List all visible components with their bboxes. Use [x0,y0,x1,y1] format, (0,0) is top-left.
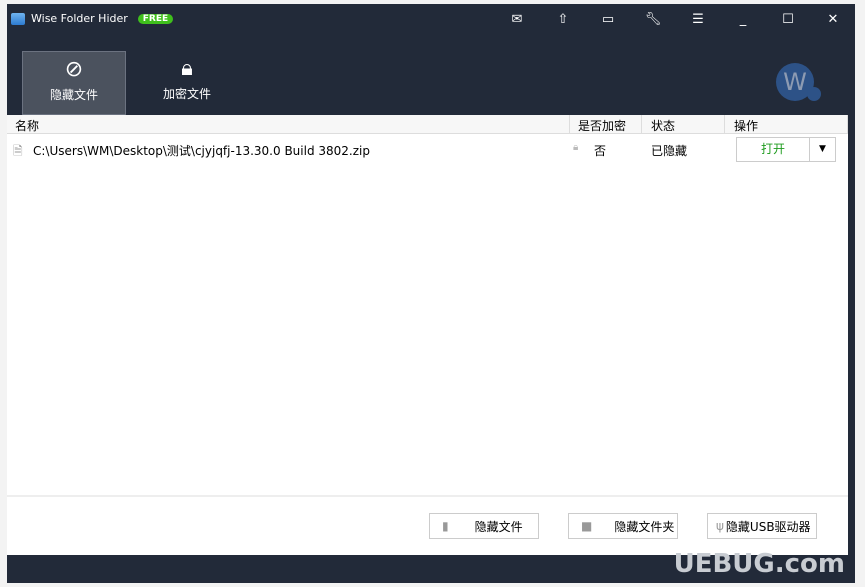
encrypted-value: 否 [594,144,607,158]
app-window: Wise Folder Hider FREE ✉ ⇧ ▭ 🔧︎ ☰ _ ☐ ✕ … [7,4,855,583]
watermark: UEBUG.com [673,549,845,579]
tab-hide-files[interactable]: ⊘ 隐藏文件 [22,51,126,115]
lock-pro-icon: 🔒︎ [181,55,193,81]
menu-icon[interactable]: ☰ [688,12,708,27]
chevron-down-icon[interactable]: ▼ [810,138,835,161]
tab-encrypt-files[interactable]: 🔒︎ 加密文件 [135,51,239,115]
feedback-icon[interactable]: ▭ [598,12,618,27]
hide-file-button[interactable]: ▮ 隐藏文件 [429,513,539,539]
title-bar: Wise Folder Hider FREE [11,12,174,25]
hidden-eye-icon: ⊘ [64,56,84,82]
button-label: 隐藏文件夹 [614,519,675,534]
app-title: Wise Folder Hider [31,12,128,25]
file-icon: ▮ [442,519,449,533]
file-icon: 🗎 [13,144,23,158]
button-label: 隐藏文件 [474,519,523,534]
button-label: 隐藏USB驱动器 [725,519,811,534]
col-encrypted[interactable]: 是否加密 [578,117,626,134]
col-status[interactable]: 状态 [651,117,675,134]
open-split-button: 打开 ▼ [736,137,836,162]
file-list: 名称 是否加密 状态 操作 🗎 C:\Users\WM\Desktop\测试\c… [7,115,848,555]
col-action[interactable]: 操作 [734,117,758,134]
settings-icon[interactable]: 🔧︎ [643,12,663,27]
avatar[interactable]: W [776,63,821,101]
app-logo-icon [11,12,25,25]
status-value: 已隐藏 [651,144,688,158]
folder-icon: ■ [581,519,593,533]
open-button[interactable]: 打开 [737,138,810,161]
lock-icon: 🔒︎ [573,142,579,153]
free-badge: FREE [137,13,174,24]
mail-icon[interactable]: ✉ [507,12,527,27]
upgrade-icon[interactable]: ⇧ [553,12,573,27]
hide-folder-button[interactable]: ■ 隐藏文件夹 [568,513,678,539]
table-row[interactable]: 🗎 C:\Users\WM\Desktop\测试\cjyjqfj-13.30.0… [7,138,848,160]
table-header: 名称 是否加密 状态 操作 [7,115,848,134]
maximize-icon[interactable]: ☐ [778,12,798,27]
tab-label: 加密文件 [162,87,211,101]
hide-usb-button[interactable]: ψ 隐藏USB驱动器 [707,513,817,539]
col-name[interactable]: 名称 [15,117,39,134]
close-icon[interactable]: ✕ [823,12,843,27]
bottom-bar: ▮ 隐藏文件 ■ 隐藏文件夹 ψ 隐藏USB驱动器 [7,495,848,555]
tab-label: 隐藏文件 [49,88,98,102]
file-path: C:\Users\WM\Desktop\测试\cjyjqfj-13.30.0 B… [33,144,370,158]
footer: UEBUG.com [7,549,855,583]
usb-icon: ψ [716,519,724,533]
minimize-icon[interactable]: _ [733,12,753,27]
